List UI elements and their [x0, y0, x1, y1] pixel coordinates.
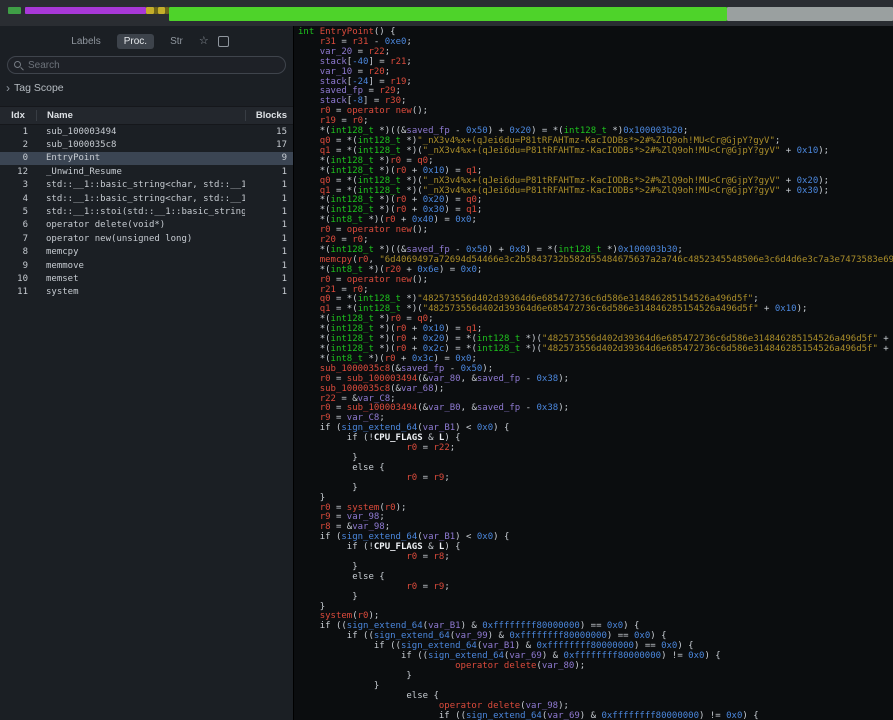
tab-proc[interactable]: Proc. — [117, 34, 154, 49]
function-row-sub_1000035c8[interactable]: 2sub_1000035c817 — [0, 138, 293, 151]
row-blocks: 1 — [245, 234, 293, 244]
function-row-system[interactable]: 11system1 — [0, 286, 293, 299]
row-blocks: 1 — [245, 247, 293, 257]
row-name: sub_1000035c8 — [36, 140, 245, 150]
function-row-std__1stoistd__1basic_st[interactable]: 5std::__1::stoi(std::__1::basic_string<c… — [0, 205, 293, 218]
nav-seg-yellow-1 — [146, 7, 154, 14]
row-name: _Unwind_Resume — [36, 167, 245, 177]
row-name: system — [36, 287, 245, 297]
row-name: memmove — [36, 261, 245, 271]
code-line: r0 = r9; — [298, 474, 893, 484]
row-blocks: 15 — [245, 127, 293, 137]
code-line: } — [298, 672, 893, 682]
column-header-blocks[interactable]: Blocks — [245, 110, 293, 121]
row-blocks: 1 — [245, 207, 293, 217]
function-row-memset[interactable]: 10memset1 — [0, 272, 293, 285]
row-name: std::__1::basic_string<char, std::__1::c… — [36, 180, 245, 190]
row-idx: 7 — [0, 234, 36, 244]
row-idx: 11 — [0, 287, 36, 297]
code-line: if ((sign_extend_64(var_69) & 0xffffffff… — [298, 712, 893, 720]
sidebar-tabs: Labels Proc. Str ☆ — [0, 32, 293, 50]
code-line: r0 = operator new(); — [298, 276, 893, 286]
row-blocks: 1 — [245, 261, 293, 271]
row-blocks: 1 — [245, 220, 293, 230]
navigation-bar[interactable] — [0, 0, 893, 26]
code-line: } — [298, 454, 893, 464]
code-line: r0 = r22; — [298, 444, 893, 454]
row-name: memset — [36, 274, 245, 284]
function-row-memmove[interactable]: 9memmove1 — [0, 259, 293, 272]
nav-seg-yellow-2 — [158, 7, 165, 14]
hopper-window: Labels Proc. Str ☆ › Tag Scope Idx Name Blo… — [0, 0, 893, 720]
row-blocks: 17 — [245, 140, 293, 150]
nav-seg-gray-tail — [727, 7, 893, 21]
search-input[interactable] — [28, 60, 279, 71]
function-row-_Unwind_Resume[interactable]: 12_Unwind_Resume1 — [0, 165, 293, 178]
row-idx: 0 — [0, 153, 36, 163]
table-header: Idx Name Blocks — [0, 106, 293, 125]
star-icon[interactable]: ☆ — [199, 36, 209, 47]
row-idx: 10 — [0, 274, 36, 284]
row-name: sub_100003494 — [36, 127, 245, 137]
row-idx: 8 — [0, 247, 36, 257]
nav-seg-green-small — [8, 7, 21, 14]
tag-scope-label: Tag Scope — [14, 82, 64, 94]
row-name: std::__1::stoi(std::__1::basic_string<ch… — [36, 207, 245, 217]
row-name: operator new(unsigned long) — [36, 234, 245, 244]
search-icon — [14, 61, 23, 70]
function-row-operatordeletevoid[interactable]: 6operator delete(void*)1 — [0, 219, 293, 232]
function-row-EntryPoint[interactable]: 0EntryPoint9 — [0, 152, 293, 165]
row-idx: 4 — [0, 194, 36, 204]
row-blocks: 1 — [245, 274, 293, 284]
function-row-memcpy[interactable]: 8memcpy1 — [0, 246, 293, 259]
code-line: r0 = system(r0); — [298, 504, 893, 514]
row-blocks: 1 — [245, 180, 293, 190]
tab-labels[interactable]: Labels — [64, 34, 107, 49]
code-line: r0 = sub_100003494(&var_B0, &saved_fp - … — [298, 404, 893, 414]
code-line: r0 = operator new(); — [298, 226, 893, 236]
function-row-std__1basic_stringcharst[interactable]: 4std::__1::basic_string<char, std::__1::… — [0, 192, 293, 205]
row-blocks: 1 — [245, 194, 293, 204]
function-row-sub_100003494[interactable]: 1sub_10000349415 — [0, 125, 293, 138]
code-line: } — [298, 603, 893, 613]
row-name: operator delete(void*) — [36, 220, 245, 230]
tag-icon[interactable] — [218, 36, 229, 47]
code-line: r0 = r9; — [298, 583, 893, 593]
nav-seg-green-large — [169, 7, 727, 21]
row-idx: 1 — [0, 127, 36, 137]
code-line: } — [298, 484, 893, 494]
row-blocks: 9 — [245, 153, 293, 163]
row-idx: 3 — [0, 180, 36, 190]
tab-str[interactable]: Str — [163, 34, 190, 49]
column-header-idx[interactable]: Idx — [0, 110, 36, 121]
row-idx: 6 — [0, 220, 36, 230]
row-idx: 12 — [0, 167, 36, 177]
function-row-std__1basic_stringcharst[interactable]: 3std::__1::basic_string<char, std::__1::… — [0, 179, 293, 192]
chevron-right-icon: › — [6, 83, 10, 93]
code-line: r0 = operator new(); — [298, 107, 893, 117]
code-line: } — [298, 593, 893, 603]
code-line: } — [298, 563, 893, 573]
pseudocode-view[interactable]: int EntryPoint() { r31 = r31 - 0xe0; var… — [293, 26, 893, 720]
function-list: 1sub_100003494152sub_1000035c8170EntryPo… — [0, 125, 293, 299]
function-row-operatornewunsignedlong[interactable]: 7operator new(unsigned long)1 — [0, 232, 293, 245]
function-table: Idx Name Blocks 1sub_100003494152sub_100… — [0, 106, 293, 299]
nav-seg-purple — [25, 7, 146, 14]
search-box[interactable] — [7, 56, 286, 74]
row-idx: 9 — [0, 261, 36, 271]
row-name: std::__1::basic_string<char, std::__1::c… — [36, 194, 245, 204]
tag-scope-toggle[interactable]: › Tag Scope — [6, 82, 293, 94]
sidebar: Labels Proc. Str ☆ › Tag Scope Idx Name Blo… — [0, 26, 293, 720]
row-idx: 2 — [0, 140, 36, 150]
row-idx: 5 — [0, 207, 36, 217]
row-blocks: 1 — [245, 167, 293, 177]
column-header-name[interactable]: Name — [36, 110, 245, 121]
row-blocks: 1 — [245, 287, 293, 297]
row-name: EntryPoint — [36, 153, 245, 163]
code-line: r0 = r8; — [298, 553, 893, 563]
row-name: memcpy — [36, 247, 245, 257]
